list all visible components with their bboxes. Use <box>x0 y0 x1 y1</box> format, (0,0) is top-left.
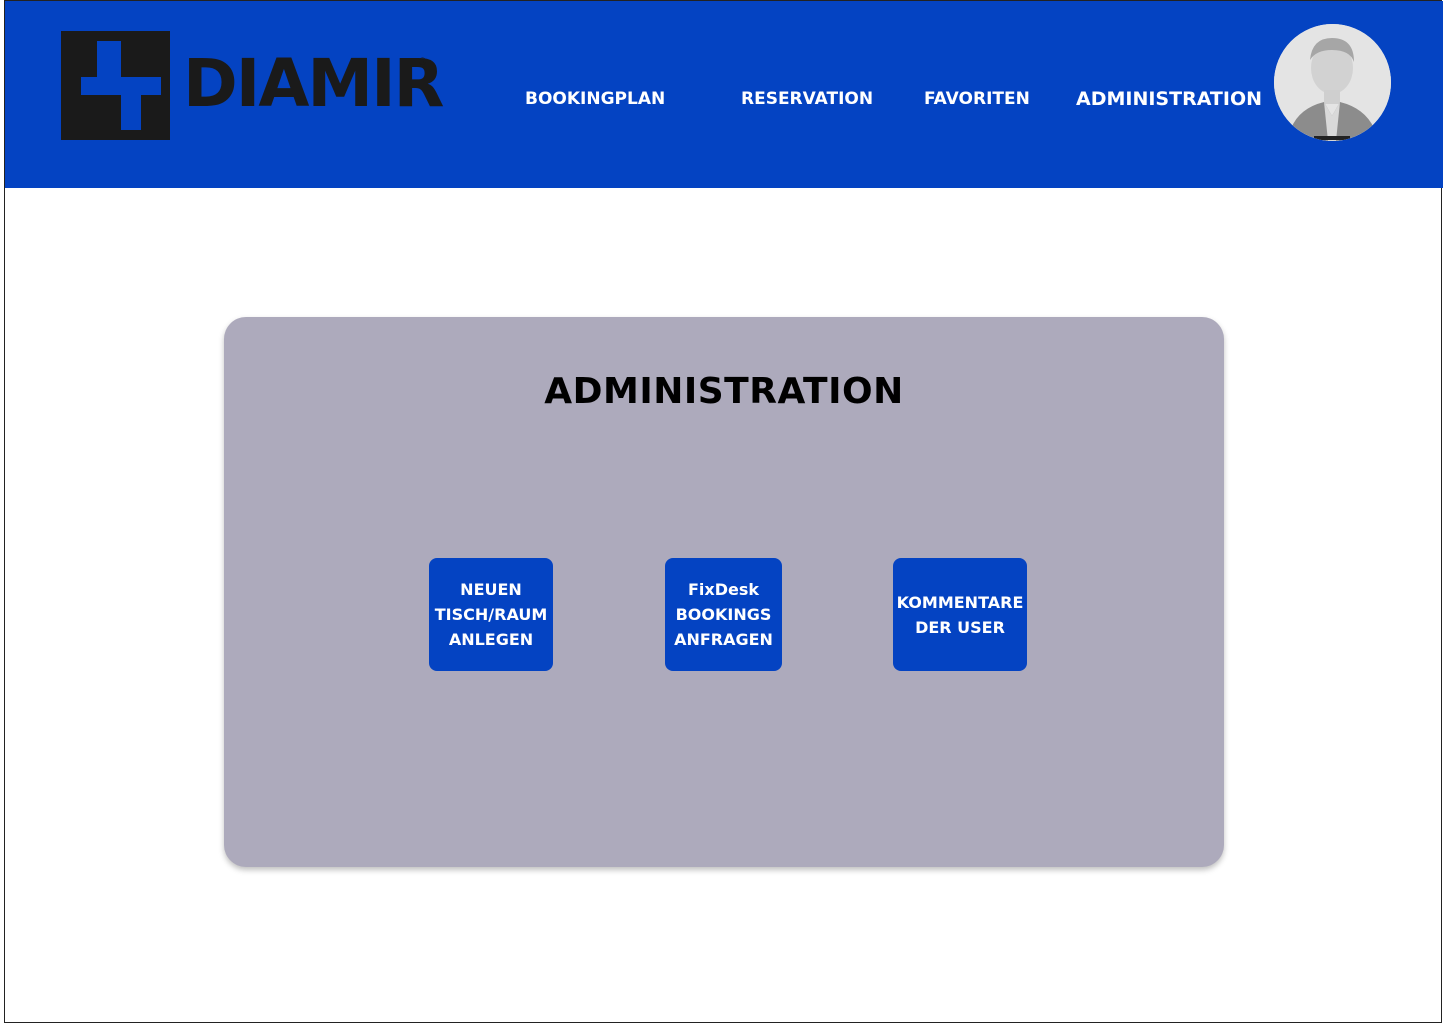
nav-administration[interactable]: ADMINISTRATION <box>1076 88 1262 110</box>
user-avatar[interactable] <box>1274 24 1391 141</box>
fixdesk-bookings-requests-button[interactable]: FixDesk BOOKINGS ANFRAGEN <box>665 558 782 671</box>
new-table-room-button[interactable]: NEUEN TISCH/RAUM ANLEGEN <box>429 558 553 671</box>
administration-panel: ADMINISTRATION NEUEN TISCH/RAUM ANLEGEN … <box>224 317 1224 867</box>
top-header: DIAMIR ® BOOKINGPLAN RESERVATION FAVORIT… <box>5 1 1443 188</box>
app-window: DIAMIR ® BOOKINGPLAN RESERVATION FAVORIT… <box>4 0 1443 1023</box>
brand-name: DIAMIR <box>183 45 444 122</box>
nav-bookingplan[interactable]: BOOKINGPLAN <box>525 89 665 109</box>
page-title: ADMINISTRATION <box>544 371 904 412</box>
diamir-logo-icon <box>61 31 170 140</box>
nav-reservation[interactable]: RESERVATION <box>741 89 873 109</box>
user-comments-button[interactable]: KOMMENTARE DER USER <box>893 558 1027 671</box>
registered-mark: ® <box>417 55 428 68</box>
brand-logo[interactable]: DIAMIR ® <box>61 31 444 141</box>
user-avatar-icon <box>1274 24 1391 141</box>
nav-favoriten[interactable]: FAVORITEN <box>924 89 1030 109</box>
